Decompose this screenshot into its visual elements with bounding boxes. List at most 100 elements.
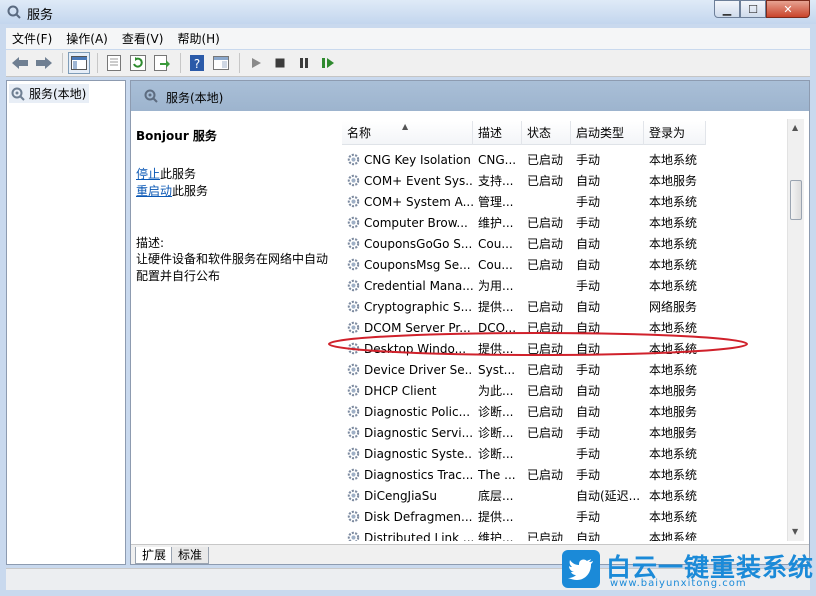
refresh-icon[interactable] <box>127 52 149 74</box>
pane-header: 服务(本地) <box>131 81 809 111</box>
service-name-cell: DHCP Client <box>342 383 473 398</box>
tree-item-services-local[interactable]: 服务(本地) <box>9 84 90 103</box>
scroll-up-icon[interactable]: ▲ <box>792 123 798 132</box>
service-startup-type-cell: 自动(延迟... <box>576 489 641 503</box>
service-log-on-as-cell: 本地系统 <box>649 216 698 230</box>
table-row[interactable]: Diagnostic Servi... 诊断... 已启动 手动 本地服务 <box>342 422 788 443</box>
table-row[interactable]: Distributed Link ... 维护... 已启动 自动 本地系统 <box>342 527 788 541</box>
pause-icon[interactable] <box>293 52 315 74</box>
toolbar-separator <box>180 53 181 73</box>
service-startup-type-cell: 手动 <box>576 153 601 167</box>
maximize-button[interactable]: ☐ <box>740 0 766 18</box>
table-row[interactable]: DHCP Client 为此... 已启动 自动 本地服务 <box>342 380 788 401</box>
service-startup-type-cell: 自动 <box>576 342 601 356</box>
service-name-cell: CNG Key Isolation <box>342 152 473 167</box>
table-row[interactable]: CouponsMsg Se... Cou... 已启动 自动 本地系统 <box>342 254 788 275</box>
service-description-cell: 维护... <box>478 531 514 541</box>
service-startup-type-cell: 自动 <box>576 384 601 398</box>
table-row[interactable]: DCOM Server Pr... DCO... 已启动 自动 本地系统 <box>342 317 788 338</box>
table-row[interactable]: Disk Defragmen... 提供... 手动 本地系统 <box>342 506 788 527</box>
vertical-scrollbar[interactable]: ▲ ▼ <box>787 119 804 541</box>
resume-icon[interactable] <box>317 52 339 74</box>
sort-ascending-icon: ▲ <box>402 122 409 131</box>
restart-service-link[interactable]: 重启动 <box>136 184 172 198</box>
service-status-cell: 已启动 <box>527 468 564 482</box>
menu-help[interactable]: 帮助(H) <box>177 30 219 47</box>
export-icon[interactable] <box>151 52 173 74</box>
table-row[interactable]: CNG Key Isolation CNG... 已启动 手动 本地系统 <box>342 149 788 170</box>
service-name-cell: Diagnostic Polic... <box>342 404 473 419</box>
service-name-cell: Diagnostic Syste... <box>342 446 473 461</box>
service-name-cell: CouponsGoGo S... <box>342 236 473 251</box>
service-gear-icon <box>346 215 361 230</box>
service-gear-icon <box>346 236 361 251</box>
column-header-name[interactable]: ▲ 名称 <box>342 121 473 145</box>
service-status-cell: 已启动 <box>527 153 564 167</box>
service-name-cell: COM+ Event Sys... <box>342 173 473 188</box>
menu-action[interactable]: 操作(A) <box>66 30 108 47</box>
service-log-on-as-cell: 本地系统 <box>649 363 698 377</box>
scroll-down-icon[interactable]: ▼ <box>792 527 798 536</box>
selected-service-name: Bonjour 服务 <box>136 129 217 143</box>
service-startup-type-cell: 自动 <box>576 405 601 419</box>
service-gear-icon <box>346 383 361 398</box>
scrollbar-thumb[interactable] <box>790 180 802 220</box>
menu-file[interactable]: 文件(F) <box>12 30 52 47</box>
properties-icon[interactable] <box>103 52 125 74</box>
service-log-on-as-cell: 本地系统 <box>649 489 698 503</box>
service-startup-type-cell: 手动 <box>576 468 601 482</box>
service-gear-icon <box>346 152 361 167</box>
tab-standard[interactable]: 标准 <box>171 547 210 564</box>
table-row[interactable]: Diagnostic Polic... 诊断... 已启动 自动 本地服务 <box>342 401 788 422</box>
minimize-button[interactable]: ▁ <box>714 0 740 18</box>
service-description-cell: 为此... <box>478 384 514 398</box>
service-name-cell: DiCengJiaSu <box>342 488 473 503</box>
list-body: CNG Key Isolation CNG... 已启动 手动 本地系统 COM+ Eve… <box>342 149 788 541</box>
view-icon[interactable] <box>210 52 232 74</box>
menu-view[interactable]: 查看(V) <box>122 30 164 47</box>
close-button[interactable]: ✕ <box>766 0 810 18</box>
tree-item-label: 服务(本地) <box>29 87 87 101</box>
forward-icon[interactable] <box>33 52 55 74</box>
stop-service-line: 停止此服务 <box>136 165 196 182</box>
table-row[interactable]: Credential Mana... 为用... 手动 本地系统 <box>342 275 788 296</box>
table-row[interactable]: COM+ System A... 管理... 手动 本地系统 <box>342 191 788 212</box>
column-header-startup-type[interactable]: 启动类型 <box>571 121 644 145</box>
service-name-cell: CouponsMsg Se... <box>342 257 473 272</box>
service-detail-panel: Bonjour 服务 停止此服务 重启动此服务 描述: 让硬件设备和软件服务在网… <box>131 111 336 541</box>
table-row[interactable]: Device Driver Se... Syst... 已启动 手动 本地系统 <box>342 359 788 380</box>
service-description-cell: 诊断... <box>478 426 514 440</box>
table-row[interactable]: COM+ Event Sys... 支持... 已启动 自动 本地服务 <box>342 170 788 191</box>
service-name-cell: DCOM Server Pr... <box>342 320 473 335</box>
table-row[interactable]: CouponsGoGo S... Cou... 已启动 自动 本地系统 <box>342 233 788 254</box>
table-row[interactable]: Computer Brow... 维护... 已启动 手动 本地系统 <box>342 212 788 233</box>
service-name-cell: Diagnostic Servi... <box>342 425 473 440</box>
service-gear-icon <box>346 299 361 314</box>
console-tree-icon[interactable] <box>68 52 90 74</box>
column-header-status[interactable]: 状态 <box>522 121 571 145</box>
help-icon[interactable]: ? <box>186 52 208 74</box>
service-log-on-as-cell: 本地系统 <box>649 447 698 461</box>
table-row[interactable]: Diagnostic Syste... 诊断... 手动 本地系统 <box>342 443 788 464</box>
column-header-log-on-as[interactable]: 登录为 <box>644 121 706 145</box>
service-name-cell: Cryptographic S... <box>342 299 473 314</box>
stop-icon[interactable] <box>269 52 291 74</box>
table-row[interactable]: Cryptographic S... 提供... 已启动 自动 网络服务 <box>342 296 788 317</box>
service-description-cell: 为用... <box>478 279 514 293</box>
table-row[interactable]: Diagnostics Trac... The ... 已启动 手动 本地系统 <box>342 464 788 485</box>
back-icon[interactable] <box>9 52 31 74</box>
service-status-cell: 已启动 <box>527 384 564 398</box>
column-header-description[interactable]: 描述 <box>473 121 522 145</box>
service-name-cell: COM+ System A... <box>342 194 473 209</box>
service-gear-icon <box>346 257 361 272</box>
table-row[interactable]: DiCengJiaSu 底层... 自动(延迟... 本地系统 <box>342 485 788 506</box>
service-description-cell: 维护... <box>478 216 514 230</box>
service-log-on-as-cell: 本地服务 <box>649 384 698 398</box>
service-description-cell: Cou... <box>478 257 513 272</box>
start-icon[interactable] <box>245 52 267 74</box>
service-log-on-as-cell: 本地系统 <box>649 342 698 356</box>
stop-service-link[interactable]: 停止 <box>136 167 160 181</box>
tab-extended[interactable]: 扩展 <box>135 547 174 564</box>
table-row[interactable]: Desktop Windo... 提供... 已启动 自动 本地系统 <box>342 338 788 359</box>
service-status-cell: 已启动 <box>527 300 564 314</box>
